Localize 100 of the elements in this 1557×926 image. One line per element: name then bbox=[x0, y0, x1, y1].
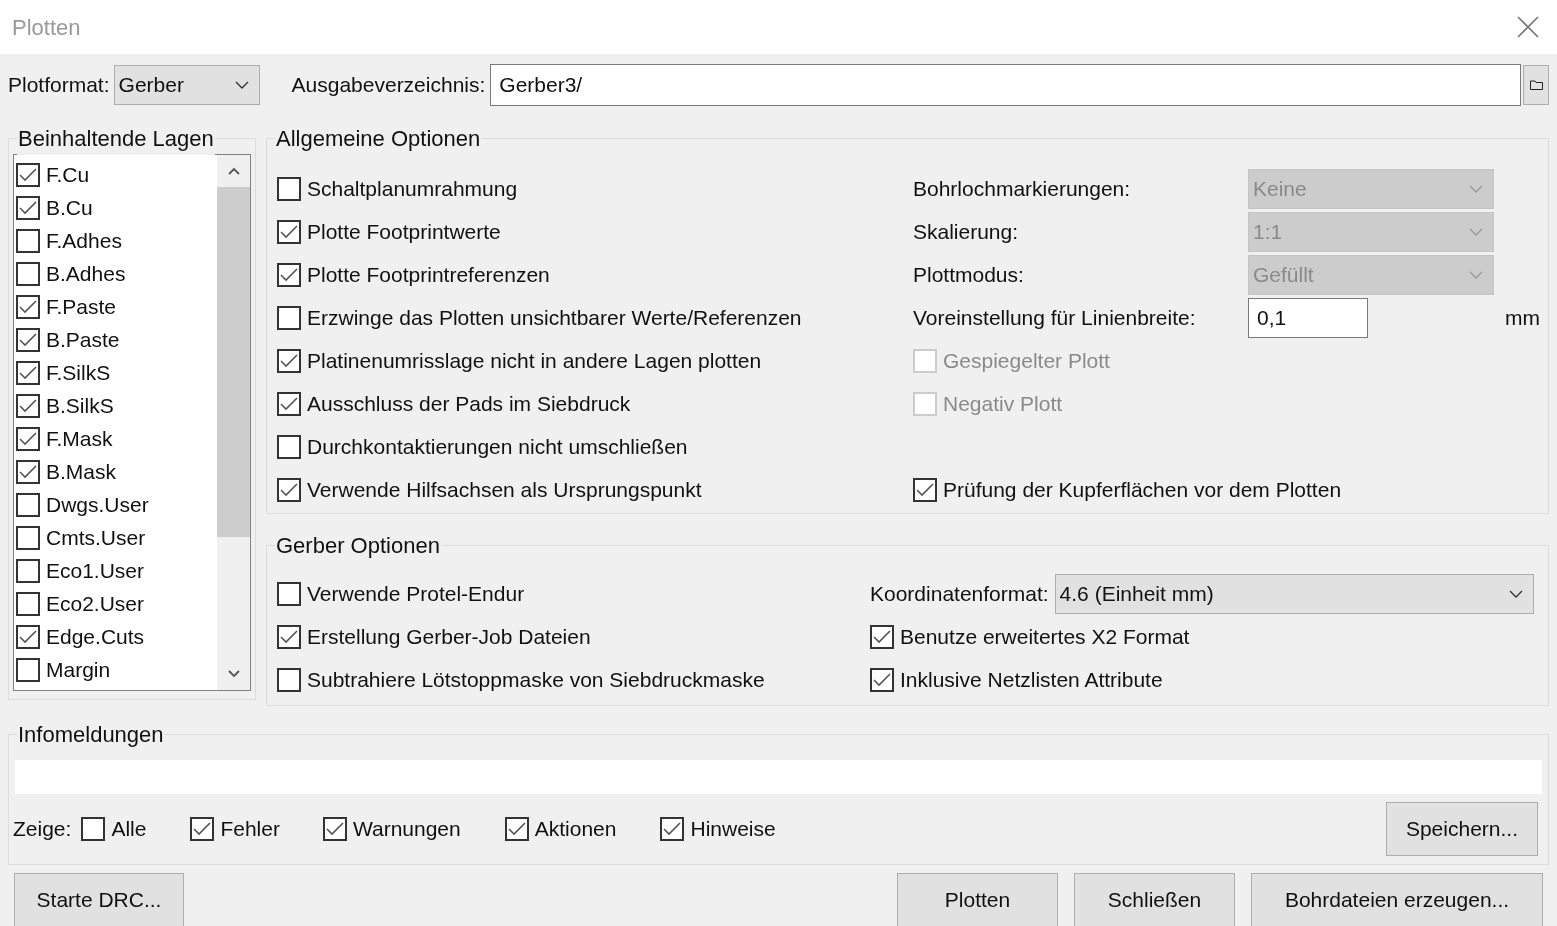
directory-field[interactable]: Gerber3/ bbox=[490, 64, 1521, 106]
checkbox[interactable] bbox=[277, 219, 301, 244]
checkbox[interactable] bbox=[277, 262, 301, 287]
checkbox-label: Cmts.User bbox=[46, 524, 146, 551]
checkbox-label: Verwende Hilfsachsen als Ursprungspunkt bbox=[307, 476, 702, 503]
checkbox[interactable] bbox=[16, 261, 40, 286]
field-label: Plotformat: bbox=[8, 72, 110, 99]
dialog-button[interactable]: Plotten bbox=[897, 873, 1058, 926]
browse-button[interactable] bbox=[1523, 65, 1549, 105]
checkbox[interactable] bbox=[913, 477, 937, 502]
checkbox-label: B.SilkS bbox=[46, 392, 114, 419]
checkbox[interactable] bbox=[16, 393, 40, 418]
checkbox-label: Benutze erweitertes X2 Format bbox=[900, 623, 1190, 650]
checkbox[interactable] bbox=[16, 195, 40, 220]
checkbox[interactable] bbox=[660, 817, 685, 841]
scrollbar-thumb[interactable] bbox=[217, 187, 250, 537]
checkbox-label: F.SilkS bbox=[46, 359, 111, 386]
checkbox[interactable] bbox=[16, 294, 40, 319]
checkbox[interactable] bbox=[81, 817, 106, 841]
checkbox[interactable] bbox=[277, 391, 301, 416]
checkbox-label: Subtrahiere Lötstoppmaske von Siebdruckmaske bbox=[307, 666, 765, 693]
checkbox-label: Plotte Footprintreferenzen bbox=[307, 261, 550, 288]
dropdown[interactable]: Gerber bbox=[113, 65, 260, 105]
checkbox-label: B.Cu bbox=[46, 194, 93, 221]
checkbox[interactable] bbox=[504, 817, 529, 841]
checkbox-label: Schaltplanumrahmung bbox=[307, 175, 518, 202]
arrow-up-icon[interactable] bbox=[227, 167, 240, 175]
checkbox-label: Negativ Plott bbox=[943, 390, 1063, 417]
checkbox-label: Verwende Protel-Endur bbox=[307, 580, 525, 607]
checkbox-label: Inklusive Netzlisten Attribute bbox=[900, 666, 1163, 693]
checkbox-label: Erstellung Gerber-Job Dateien bbox=[307, 623, 591, 650]
line-width-field[interactable]: 0,1 bbox=[1248, 297, 1368, 338]
checkbox-label: Margin bbox=[46, 656, 111, 683]
scrollbar[interactable] bbox=[217, 155, 250, 690]
checkbox-label: Dwgs.User bbox=[46, 491, 149, 518]
checkbox[interactable] bbox=[16, 327, 40, 352]
checkbox-label: Hinweise bbox=[690, 816, 776, 843]
checkbox-label: Erzwinge das Plotten unsichtbarer Werte/Referenzen bbox=[307, 304, 802, 331]
checkbox[interactable] bbox=[190, 817, 215, 841]
chevron-down-icon bbox=[1509, 589, 1523, 598]
checkbox[interactable] bbox=[277, 348, 301, 373]
drc-button[interactable]: Starte DRC... bbox=[14, 873, 184, 926]
checkbox[interactable] bbox=[16, 360, 40, 385]
checkbox[interactable] bbox=[16, 591, 40, 616]
checkbox-label: Alle bbox=[111, 816, 147, 843]
field-label: Zeige: bbox=[13, 816, 72, 843]
checkbox-label: Eco1.User bbox=[46, 557, 145, 584]
checkbox[interactable] bbox=[16, 558, 40, 583]
checkbox-label: F.Cu bbox=[46, 161, 90, 188]
checkbox-label: B.Paste bbox=[46, 326, 120, 353]
field-label: Skalierung: bbox=[913, 218, 1020, 245]
checkbox[interactable] bbox=[277, 477, 301, 502]
checkbox-label: Edge.Cuts bbox=[46, 623, 145, 650]
checkbox-label: B.Adhes bbox=[46, 260, 126, 287]
checkbox[interactable] bbox=[870, 624, 894, 649]
checkbox[interactable] bbox=[16, 459, 40, 484]
checkbox[interactable] bbox=[277, 176, 301, 201]
checkbox-label: Gespiegelter Plott bbox=[943, 347, 1110, 374]
field-label: Plottmodus: bbox=[913, 261, 1025, 288]
checkbox[interactable] bbox=[870, 667, 894, 692]
checkbox[interactable] bbox=[16, 426, 40, 451]
dialog-button[interactable]: Bohrdateien erzeugen... bbox=[1251, 873, 1543, 926]
checkbox[interactable] bbox=[16, 657, 40, 682]
checkbox-label: F.Paste bbox=[46, 293, 117, 320]
checkbox[interactable] bbox=[277, 667, 301, 692]
checkbox-label: B.Mask bbox=[46, 458, 116, 485]
checkbox[interactable] bbox=[277, 624, 301, 649]
checkbox[interactable] bbox=[16, 228, 40, 253]
field-label: Ausgabeverzeichnis: bbox=[291, 72, 486, 99]
field-label: Bohrlochmarkierungen: bbox=[913, 175, 1132, 202]
chevron-down-icon bbox=[234, 81, 249, 89]
checkbox[interactable] bbox=[16, 624, 40, 649]
checkbox[interactable] bbox=[16, 492, 40, 517]
dropdown[interactable]: 4.6 (Einheit mm) bbox=[1054, 573, 1534, 614]
checkbox[interactable] bbox=[277, 434, 301, 459]
dialog-button[interactable]: Schließen bbox=[1074, 873, 1235, 926]
checkbox[interactable] bbox=[277, 581, 301, 606]
checkbox-label: F.Mask bbox=[46, 425, 113, 452]
checkbox-label: Warnungen bbox=[352, 816, 461, 843]
save-button[interactable]: Speichern... bbox=[1385, 802, 1538, 856]
checkbox[interactable] bbox=[16, 525, 40, 550]
chevron-down-icon bbox=[1469, 184, 1483, 193]
checkbox[interactable] bbox=[322, 817, 347, 841]
checkbox-label: Ausschluss der Pads im Siebdruck bbox=[307, 390, 631, 417]
checkbox-label: Eco2.User bbox=[46, 590, 145, 617]
chevron-down-icon bbox=[1469, 270, 1483, 279]
checkbox-label: Plotte Footprintwerte bbox=[307, 218, 501, 245]
window-title: Plotten bbox=[12, 13, 81, 42]
checkbox-label: Aktionen bbox=[534, 816, 617, 843]
field-label: Voreinstellung für Linienbreite: bbox=[913, 304, 1197, 331]
checkbox[interactable] bbox=[16, 162, 40, 187]
unit-label: mm bbox=[1505, 304, 1540, 331]
checkbox-label: Fehler bbox=[220, 816, 280, 843]
close-icon[interactable] bbox=[1517, 16, 1539, 38]
arrow-down-icon[interactable] bbox=[227, 670, 240, 678]
checkbox-label: Platinenumrisslage nicht in andere Lagen plotten bbox=[307, 347, 762, 374]
chevron-down-icon bbox=[1469, 227, 1483, 236]
field-label: Koordinatenformat: bbox=[870, 580, 1049, 607]
folder-icon bbox=[1529, 80, 1543, 90]
checkbox[interactable] bbox=[277, 305, 301, 330]
